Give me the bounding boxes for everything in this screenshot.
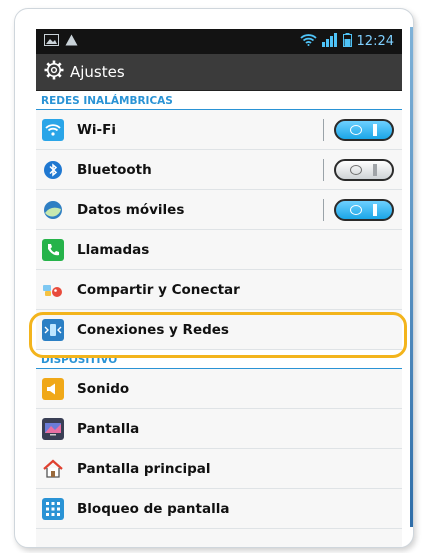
settings-item-wifi[interactable]: Wi-Fi bbox=[36, 110, 402, 150]
gallery-notification-icon bbox=[44, 33, 59, 50]
settings-item-label: Bloqueo de pantalla bbox=[77, 500, 230, 517]
wifi-icon bbox=[42, 118, 64, 141]
status-time: 12:24 bbox=[356, 34, 394, 49]
settings-item-label: Bluetooth bbox=[77, 161, 152, 178]
display-icon bbox=[42, 417, 64, 440]
bluetooth-icon bbox=[42, 159, 64, 181]
page-title: Ajustes bbox=[70, 63, 125, 81]
section-header-wireless: REDES INALÁMBRICAS bbox=[36, 91, 402, 110]
toggle-divider bbox=[323, 199, 324, 221]
settings-item-mobile-data[interactable]: Datos móviles bbox=[36, 190, 402, 230]
settings-item-connections-networks[interactable]: Conexiones y Redes bbox=[36, 310, 402, 350]
settings-item-sound[interactable]: Sonido bbox=[36, 369, 402, 409]
status-bar: 12:24 bbox=[36, 29, 402, 54]
cell-signal-icon bbox=[321, 32, 338, 51]
settings-item-label: Sonido bbox=[77, 380, 130, 397]
speaker-icon bbox=[42, 377, 64, 400]
toggle-divider bbox=[323, 119, 324, 141]
battery-icon bbox=[342, 32, 352, 51]
settings-item-calls[interactable]: Llamadas bbox=[36, 230, 402, 270]
lock-screen-grid-icon bbox=[42, 497, 64, 520]
mobile-data-toggle[interactable] bbox=[334, 199, 394, 221]
settings-item-label: Datos móviles bbox=[77, 201, 185, 218]
wifi-signal-icon bbox=[299, 33, 317, 50]
toggle-divider bbox=[323, 159, 324, 181]
share-connect-icon bbox=[42, 279, 64, 301]
settings-item-label: Llamadas bbox=[77, 241, 150, 258]
screenshot-frame: 12:24 Ajustes REDES INALÁMBRICAS Wi-Fi B… bbox=[14, 8, 414, 548]
settings-item-partial[interactable] bbox=[36, 529, 402, 547]
settings-item-display[interactable]: Pantalla bbox=[36, 409, 402, 449]
action-bar: Ajustes bbox=[36, 54, 402, 91]
wifi-toggle[interactable] bbox=[334, 119, 394, 141]
phone-screen: 12:24 Ajustes REDES INALÁMBRICAS Wi-Fi B… bbox=[36, 29, 402, 547]
section-header-device: DISPOSITIVO bbox=[36, 350, 402, 369]
settings-item-lock-screen[interactable]: Bloqueo de pantalla bbox=[36, 489, 402, 529]
warning-notification-icon bbox=[65, 34, 78, 50]
mobile-data-icon bbox=[42, 199, 64, 221]
frame-accent bbox=[410, 27, 413, 527]
phone-icon bbox=[42, 238, 64, 261]
settings-gear-icon[interactable] bbox=[44, 60, 64, 84]
settings-item-bluetooth[interactable]: Bluetooth bbox=[36, 150, 402, 190]
home-icon bbox=[42, 458, 64, 480]
settings-item-label: Pantalla principal bbox=[77, 460, 211, 477]
settings-item-label: Conexiones y Redes bbox=[77, 321, 229, 338]
bluetooth-toggle[interactable] bbox=[334, 159, 394, 181]
settings-item-label: Wi-Fi bbox=[77, 121, 116, 138]
connections-networks-icon bbox=[42, 318, 64, 341]
settings-item-home-screen[interactable]: Pantalla principal bbox=[36, 449, 402, 489]
settings-item-label: Compartir y Conectar bbox=[77, 281, 240, 298]
settings-item-label: Pantalla bbox=[77, 420, 140, 437]
settings-item-share-connect[interactable]: Compartir y Conectar bbox=[36, 270, 402, 310]
